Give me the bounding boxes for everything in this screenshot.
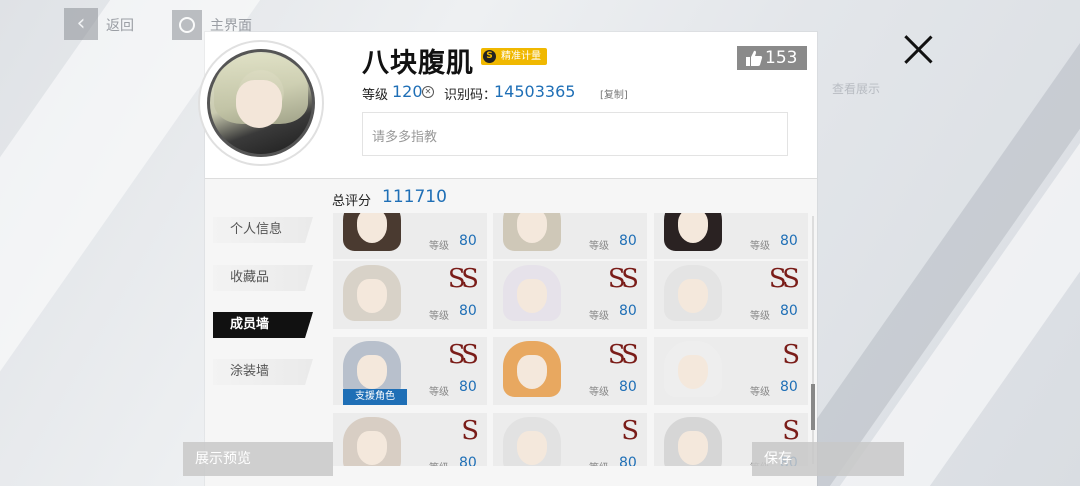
member-level-value: 80 xyxy=(780,303,798,319)
copy-button[interactable]: [复制] xyxy=(600,86,628,101)
member-portrait xyxy=(337,261,407,329)
level-value: 120 xyxy=(392,82,423,101)
member-portrait xyxy=(658,261,728,329)
member-card[interactable]: SS 等级 80 xyxy=(654,261,808,329)
badge-s-icon: S xyxy=(483,50,496,63)
member-level-label: 等级 xyxy=(589,241,609,252)
total-score-label: 总评分 xyxy=(332,194,372,209)
level-label: 等级 xyxy=(362,88,389,103)
avatar-face xyxy=(236,80,282,128)
member-level-value: 80 xyxy=(459,379,477,395)
member-card[interactable]: S 等级 80 xyxy=(654,337,808,405)
member-level-label: 等级 xyxy=(429,387,449,398)
member-portrait xyxy=(658,213,728,259)
thumbs-up-icon xyxy=(746,50,763,66)
member-grid: 等级 80 等级 80 等级 80 SS 等级 80 SS 等级 80 SS 等级 80 SS 等级 80 支援角色… xyxy=(333,213,811,466)
member-face xyxy=(517,431,547,465)
id-value: 14503365 xyxy=(494,82,576,101)
member-card[interactable]: SS 等级 80 支援角色 xyxy=(333,337,487,405)
like-count: 153 xyxy=(765,48,798,68)
member-portrait xyxy=(658,337,728,405)
home-icon[interactable] xyxy=(172,10,202,40)
save-button[interactable]: 保存 xyxy=(752,442,904,476)
member-level-value: 80 xyxy=(459,455,477,466)
member-level-value: 80 xyxy=(780,233,798,249)
member-level-label: 等级 xyxy=(589,311,609,322)
member-level-value: 80 xyxy=(619,379,637,395)
member-face xyxy=(678,355,708,389)
member-portrait xyxy=(497,337,567,405)
preview-button[interactable]: 展示预览 xyxy=(183,442,333,476)
tab-member-wall[interactable]: 成员墙 xyxy=(213,312,313,338)
member-face xyxy=(678,279,708,313)
member-card[interactable]: S 等级 80 xyxy=(493,413,647,466)
tab-personal-info[interactable]: 个人信息 xyxy=(213,217,313,243)
member-card[interactable]: SS 等级 80 xyxy=(333,261,487,329)
member-face xyxy=(357,431,387,465)
total-score-value: 111710 xyxy=(382,187,447,207)
member-level-value: 80 xyxy=(619,455,637,466)
motto-placeholder: 请多多指教 xyxy=(372,130,438,145)
tab-skin-wall[interactable]: 涂装墙 xyxy=(213,359,313,385)
member-rank: SS xyxy=(768,264,800,294)
member-level-label: 等级 xyxy=(750,241,770,252)
member-face xyxy=(678,431,708,465)
member-face xyxy=(357,355,387,389)
member-card[interactable]: SS 等级 80 xyxy=(493,337,647,405)
member-level-value: 80 xyxy=(459,233,477,249)
id-label: 识别码： xyxy=(444,88,497,103)
member-rank: SS xyxy=(607,340,639,370)
member-face xyxy=(517,355,547,389)
member-card[interactable]: SS 等级 80 xyxy=(493,261,647,329)
support-tag: 支援角色 xyxy=(343,389,407,405)
member-level-label: 等级 xyxy=(429,311,449,322)
player-name: 八块腹肌 xyxy=(362,48,474,79)
member-level-value: 80 xyxy=(619,303,637,319)
member-portrait xyxy=(337,413,407,466)
member-portrait xyxy=(497,413,567,466)
back-label[interactable]: 返回 xyxy=(106,15,134,35)
member-level-value: 80 xyxy=(780,379,798,395)
level-emblem-icon: ✕ xyxy=(422,86,434,98)
member-portrait xyxy=(337,213,407,259)
member-portrait xyxy=(497,213,567,259)
member-level-label: 等级 xyxy=(429,241,449,252)
member-portrait xyxy=(497,261,567,329)
scrollbar-thumb[interactable] xyxy=(811,384,815,430)
member-portrait xyxy=(658,413,728,466)
member-rank: SS xyxy=(447,264,479,294)
member-level-value: 80 xyxy=(619,233,637,249)
member-card[interactable]: S 等级 80 xyxy=(333,413,487,466)
member-card[interactable]: 等级 80 xyxy=(493,213,647,259)
member-rank: S xyxy=(782,340,800,370)
member-level-label: 等级 xyxy=(589,459,609,466)
close-icon[interactable] xyxy=(902,33,934,65)
background-faded-text: 查看展示 xyxy=(832,82,881,96)
member-rank: S xyxy=(461,416,479,446)
member-face xyxy=(517,279,547,313)
member-level-value: 80 xyxy=(459,303,477,319)
member-card[interactable]: 等级 80 xyxy=(654,213,808,259)
back-button[interactable]: ‹ xyxy=(64,8,98,40)
member-rank: SS xyxy=(607,264,639,294)
member-level-label: 等级 xyxy=(750,311,770,322)
member-face xyxy=(357,279,387,313)
member-level-label: 等级 xyxy=(750,387,770,398)
member-rank: SS xyxy=(447,340,479,370)
member-level-label: 等级 xyxy=(589,387,609,398)
member-rank: S xyxy=(621,416,639,446)
member-card[interactable]: 等级 80 xyxy=(333,213,487,259)
member-level-label: 等级 xyxy=(429,459,449,466)
tab-collection[interactable]: 收藏品 xyxy=(213,265,313,291)
